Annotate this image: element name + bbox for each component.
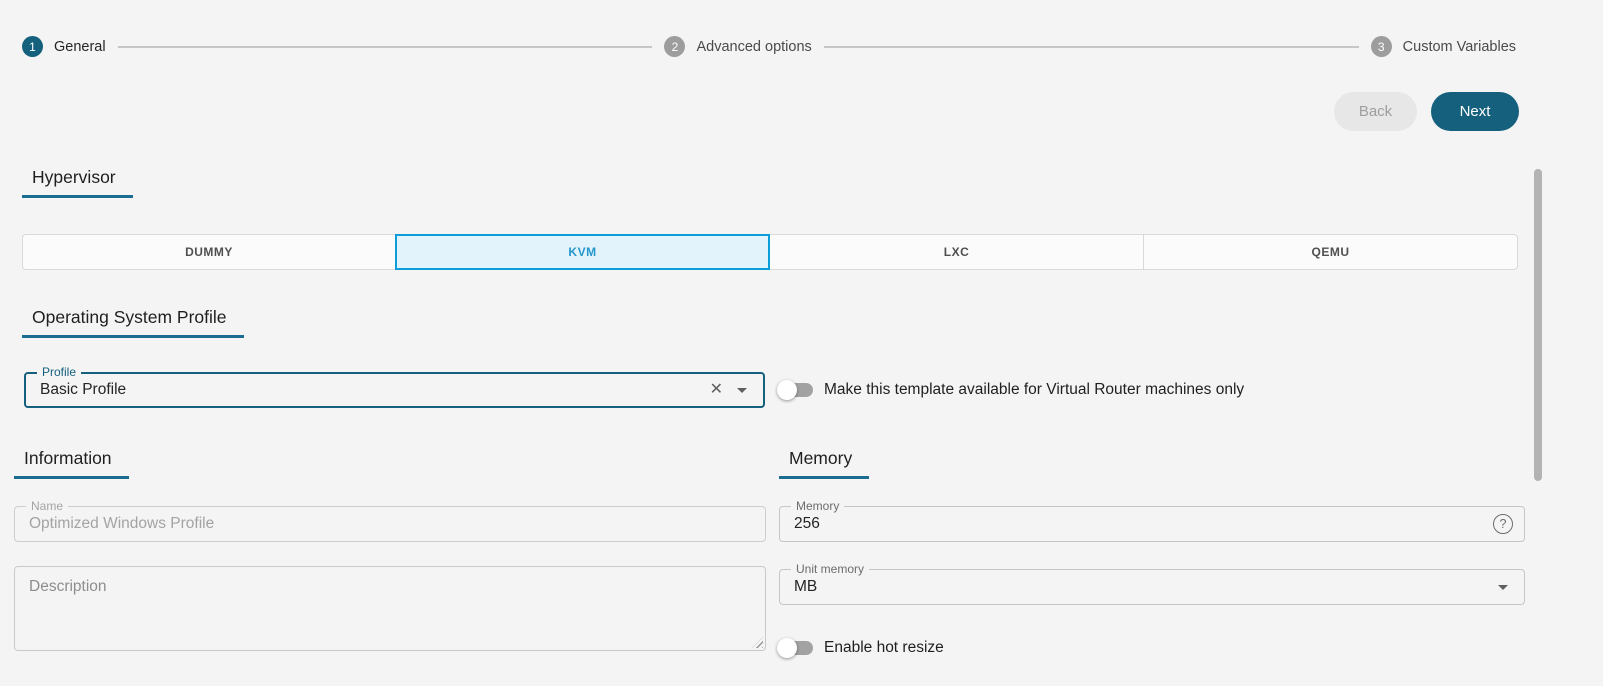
hypervisor-tab-dummy[interactable]: DUMMY [22, 234, 396, 270]
step-custom-variables[interactable]: 3 Custom Variables [1370, 36, 1517, 57]
hypervisor-tabs: DUMMY KVM LXC QEMU [22, 234, 1518, 270]
information-heading: Information [14, 448, 129, 479]
step-custom-label: Custom Variables [1402, 38, 1517, 55]
select-arrow-icon[interactable] [1498, 585, 1508, 590]
unit-memory-value[interactable] [780, 570, 1524, 604]
toggle-knob [777, 638, 797, 658]
os-profile-heading: Operating System Profile [22, 307, 244, 338]
step-advanced-number-icon: 2 [664, 36, 686, 57]
hot-resize-toggle-row[interactable]: Enable hot resize [777, 636, 944, 660]
hot-resize-toggle[interactable] [777, 638, 815, 658]
unit-memory-select[interactable]: Unit memory [779, 562, 1525, 605]
step-advanced-options[interactable]: 2 Advanced options [664, 36, 812, 57]
vrouter-toggle-row[interactable]: Make this template available for Virtual… [777, 378, 1244, 402]
step-advanced-label: Advanced options [696, 38, 812, 55]
name-field: Name [14, 499, 766, 542]
step-general-number-icon: 1 [22, 36, 43, 57]
wizard-stepper: 1 General 2 Advanced options 3 Custom Va… [22, 36, 1516, 57]
toggle-knob [777, 380, 797, 400]
stepper-connector [117, 45, 653, 48]
hypervisor-tab-lxc[interactable]: LXC [769, 234, 1144, 270]
step-general[interactable]: 1 General [22, 36, 106, 57]
memory-field[interactable]: Memory ? [779, 499, 1525, 542]
next-button[interactable]: Next [1431, 92, 1519, 131]
memory-heading: Memory [779, 448, 870, 479]
step-custom-number-icon: 3 [1370, 36, 1392, 57]
memory-field-value[interactable] [780, 507, 1524, 541]
clear-icon[interactable]: ✕ [710, 382, 723, 398]
description-textarea[interactable] [15, 567, 765, 650]
help-icon[interactable]: ? [1493, 514, 1513, 534]
scrollbar-thumb[interactable] [1534, 169, 1542, 481]
stepper-connector [823, 45, 1359, 48]
step-general-label: General [54, 38, 106, 55]
profile-select-value[interactable] [26, 374, 763, 406]
back-button[interactable]: Back [1334, 92, 1417, 131]
vrouter-toggle[interactable] [777, 380, 815, 400]
description-field[interactable] [14, 566, 766, 651]
vm-template-wizard: 1 General 2 Advanced options 3 Custom Va… [0, 0, 1603, 686]
vrouter-toggle-label: Make this template available for Virtual… [824, 381, 1245, 398]
hypervisor-heading: Hypervisor [22, 167, 133, 198]
dropdown-caret-icon[interactable] [737, 388, 747, 393]
hot-resize-toggle-label: Enable hot resize [824, 639, 944, 656]
name-field-value [15, 507, 765, 541]
profile-select[interactable]: Profile ✕ [24, 365, 765, 408]
hypervisor-tab-kvm[interactable]: KVM [395, 234, 770, 270]
hypervisor-tab-qemu[interactable]: QEMU [1143, 234, 1518, 270]
wizard-actions: Back Next [1334, 92, 1519, 131]
